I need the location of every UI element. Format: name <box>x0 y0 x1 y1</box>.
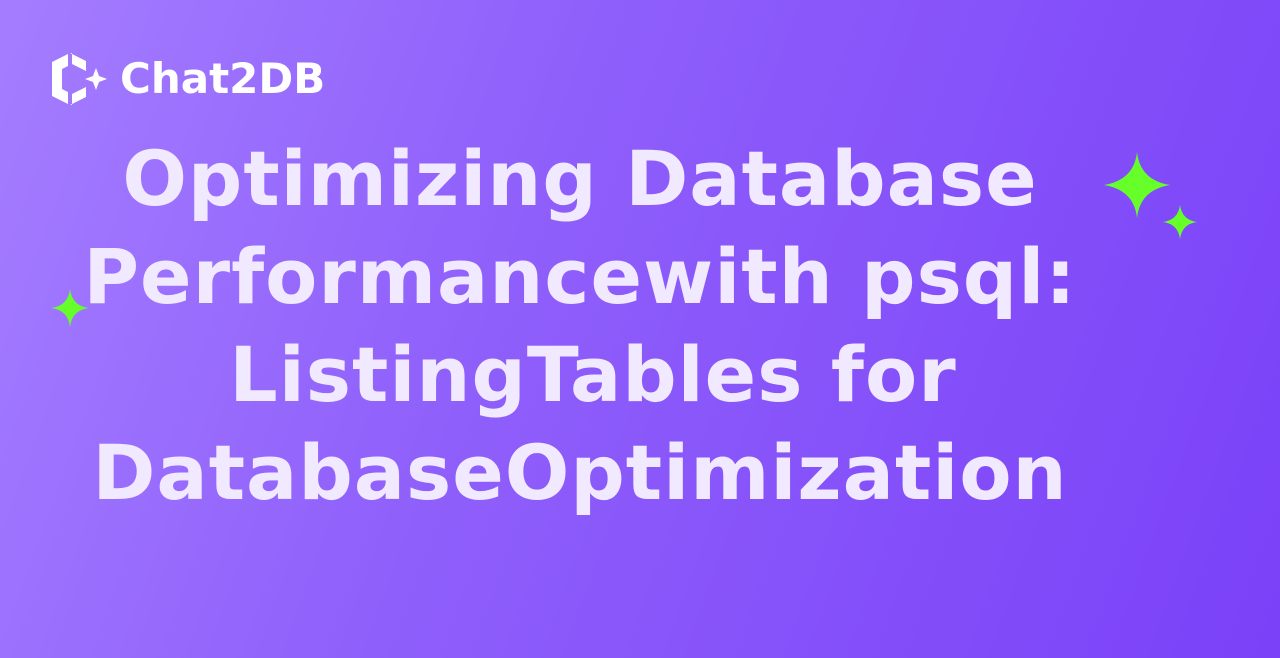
title-line-1: Optimizing Database <box>122 134 1038 223</box>
page-title: Optimizing Database Performancewith psql… <box>0 130 1160 522</box>
sparkle-icon-small <box>1163 205 1197 239</box>
sparkle-icon-left <box>51 289 89 327</box>
brand-name: Chat2DB <box>120 54 326 103</box>
brand-logo: Chat2DB <box>50 52 325 106</box>
title-line-3: ListingTables for <box>229 330 957 419</box>
chat2db-logo-icon <box>52 53 107 105</box>
title-line-2: Performancewith psql: <box>83 232 1077 321</box>
title-line-4: DatabaseOptimization <box>92 428 1068 517</box>
page: { "brand": { "name": "Chat2DB", "icon": … <box>0 0 1280 658</box>
